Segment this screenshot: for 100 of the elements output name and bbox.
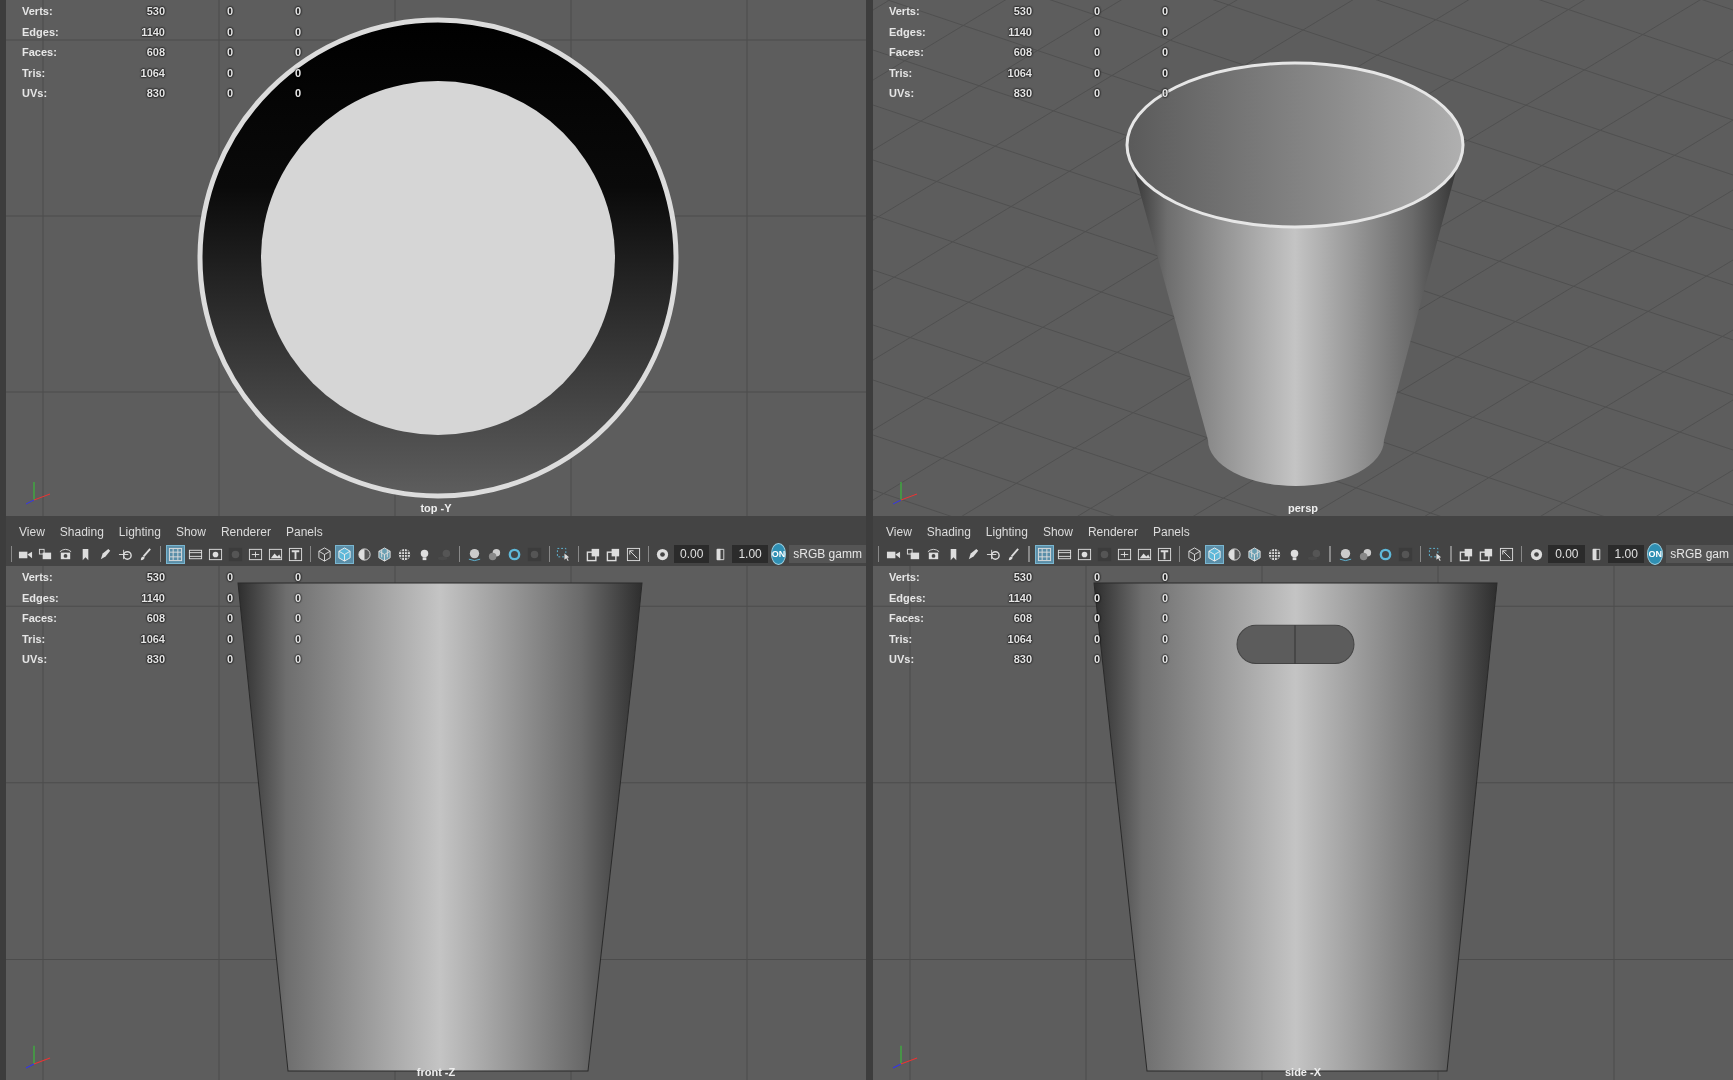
color-space-dropdown[interactable]: sRGB gamm bbox=[789, 545, 866, 563]
stat-value: 0 bbox=[1093, 66, 1102, 79]
view-label: top -Y bbox=[420, 502, 452, 514]
stat-value: 1064 bbox=[1006, 632, 1032, 645]
number-field[interactable]: 1.00 bbox=[1607, 545, 1644, 563]
stat-value: 0 bbox=[1162, 87, 1170, 100]
stat-value: 0 bbox=[226, 591, 235, 604]
stat-value: 530 bbox=[1012, 5, 1032, 18]
half-circle-icon[interactable] bbox=[1226, 545, 1244, 563]
stat-value: 0 bbox=[295, 5, 303, 18]
stat-value: 0 bbox=[226, 46, 235, 59]
number-field[interactable]: 1.00 bbox=[732, 545, 768, 563]
half-circle-icon[interactable] bbox=[356, 545, 374, 563]
stat-value: 0 bbox=[1093, 571, 1102, 584]
toggle-button[interactable]: ON bbox=[1646, 543, 1664, 565]
menu-item[interactable]: View bbox=[12, 525, 53, 539]
cube-wire-icon[interactable] bbox=[1186, 545, 1204, 563]
stat-value: 0 bbox=[226, 5, 235, 18]
stat-label: Edges: bbox=[21, 25, 60, 38]
stat-value: 0 bbox=[1093, 25, 1102, 38]
stat-value: 1140 bbox=[1007, 591, 1032, 604]
stat-value: 608 bbox=[145, 612, 165, 625]
stat-value: 0 bbox=[1093, 87, 1102, 100]
axis-gizmo-icon bbox=[25, 481, 51, 505]
number-field[interactable]: 0.00 bbox=[674, 545, 710, 563]
stat-label: Tris: bbox=[888, 66, 914, 79]
stat-value: 0 bbox=[1093, 653, 1102, 666]
stat-value: 0 bbox=[1162, 25, 1170, 38]
cube-textured-icon[interactable] bbox=[376, 545, 394, 563]
stat-label: Edges: bbox=[888, 25, 927, 38]
text-box-icon[interactable] bbox=[1155, 545, 1173, 563]
stat-value: 1064 bbox=[139, 66, 165, 79]
toggle-button[interactable]: ON bbox=[770, 543, 787, 565]
stat-label: Tris: bbox=[21, 632, 47, 645]
stat-label: UVs: bbox=[21, 87, 49, 100]
stat-value: 1064 bbox=[139, 632, 165, 645]
stat-value: 0 bbox=[295, 46, 303, 59]
stat-value: 1140 bbox=[140, 591, 165, 604]
stat-label: Faces: bbox=[888, 46, 925, 59]
number-field[interactable]: 0.00 bbox=[1548, 545, 1585, 563]
menu-item[interactable]: Shading bbox=[919, 525, 979, 539]
stat-value: 0 bbox=[295, 571, 303, 584]
menu-item[interactable]: Lighting bbox=[978, 525, 1036, 539]
stat-value: 0 bbox=[295, 632, 303, 645]
stat-value: 0 bbox=[226, 87, 235, 100]
stat-value: 608 bbox=[1012, 612, 1032, 625]
stat-value: 0 bbox=[1162, 571, 1170, 584]
stat-value: 0 bbox=[1093, 612, 1102, 625]
stat-value: 0 bbox=[226, 612, 235, 625]
stat-value: 0 bbox=[1093, 591, 1102, 604]
stat-label: UVs: bbox=[21, 653, 49, 666]
stat-value: 1140 bbox=[140, 25, 165, 38]
cube-textured-icon[interactable] bbox=[1246, 545, 1264, 563]
cube-wire-icon[interactable] bbox=[316, 545, 334, 563]
text-box-icon[interactable] bbox=[286, 545, 304, 563]
menu-item[interactable]: Renderer bbox=[213, 525, 279, 539]
menu-item[interactable]: Show bbox=[1035, 525, 1081, 539]
stat-value: 0 bbox=[1162, 653, 1170, 666]
stat-label: Edges: bbox=[21, 591, 60, 604]
stat-label: Edges: bbox=[888, 591, 927, 604]
stat-value: 830 bbox=[145, 87, 165, 100]
stat-value: 0 bbox=[1162, 46, 1170, 59]
stat-value: 0 bbox=[1093, 632, 1102, 645]
color-space-dropdown[interactable]: sRGB gam bbox=[1666, 545, 1733, 563]
axis-gizmo-icon bbox=[892, 1045, 918, 1069]
menu-item[interactable]: Lighting bbox=[111, 525, 169, 539]
stat-value: 0 bbox=[1162, 591, 1170, 604]
stat-value: 830 bbox=[145, 653, 165, 666]
menu-item[interactable]: View bbox=[879, 525, 920, 539]
stat-label: Verts: bbox=[21, 571, 54, 584]
menu-item[interactable]: Renderer bbox=[1080, 525, 1146, 539]
stat-value: 0 bbox=[226, 66, 235, 79]
resize-icon[interactable] bbox=[624, 545, 642, 563]
stat-value: 830 bbox=[1012, 653, 1032, 666]
stat-value: 0 bbox=[1162, 66, 1170, 79]
stat-value: 530 bbox=[1012, 571, 1032, 584]
stat-value: 0 bbox=[226, 632, 235, 645]
stat-value: 0 bbox=[1162, 612, 1170, 625]
stat-value: 0 bbox=[1162, 5, 1170, 18]
stat-label: Tris: bbox=[888, 632, 914, 645]
stat-label: UVs: bbox=[888, 87, 916, 100]
stat-value: 530 bbox=[145, 5, 165, 18]
stat-value: 1140 bbox=[1007, 25, 1032, 38]
menu-item[interactable]: Show bbox=[168, 525, 214, 539]
stat-value: 608 bbox=[1012, 46, 1032, 59]
stat-label: Verts: bbox=[888, 5, 921, 18]
menu-item[interactable]: Panels bbox=[1145, 525, 1198, 539]
stat-label: Tris: bbox=[21, 66, 47, 79]
menu-item[interactable]: Panels bbox=[278, 525, 331, 539]
resize-icon[interactable] bbox=[1497, 545, 1515, 563]
stat-value: 0 bbox=[226, 653, 235, 666]
stat-label: Verts: bbox=[888, 571, 921, 584]
stat-value: 0 bbox=[295, 591, 303, 604]
menu-item[interactable]: Shading bbox=[52, 525, 112, 539]
axis-gizmo-icon bbox=[25, 1045, 51, 1069]
stat-value: 608 bbox=[145, 46, 165, 59]
stat-value: 0 bbox=[1093, 5, 1102, 18]
stat-value: 0 bbox=[1093, 46, 1102, 59]
stat-value: 0 bbox=[226, 25, 235, 38]
stat-value: 0 bbox=[1162, 632, 1170, 645]
